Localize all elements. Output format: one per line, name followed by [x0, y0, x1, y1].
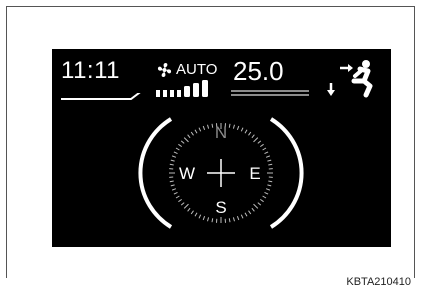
compass-west: W [178, 164, 196, 183]
compass-tick [244, 129, 248, 134]
compass-tick [236, 125, 240, 130]
compass-tick [265, 155, 271, 158]
compass-tick [257, 202, 262, 206]
fan-speed-bar [193, 83, 199, 97]
fan-speed-bar [177, 90, 181, 97]
compass-tick [251, 207, 255, 212]
compass-tick [180, 140, 185, 144]
fan-speed-bar [156, 90, 160, 97]
fan-icon [157, 63, 172, 77]
compass-tick [175, 195, 180, 199]
compass-tick [268, 180, 273, 183]
compass-tick [183, 203, 189, 209]
compass-tick [257, 140, 262, 144]
compass-tick [170, 184, 175, 187]
compass-tick [244, 212, 248, 217]
fan-mode-label: AUTO [176, 61, 218, 78]
compass-tick [253, 137, 259, 143]
temperature-underline [231, 90, 309, 97]
compass-tick [169, 163, 174, 166]
compass-right-arc [269, 117, 304, 229]
compass-tick [198, 127, 202, 132]
compass-tick [202, 216, 206, 221]
compass-tick [251, 134, 255, 139]
compass-tick [264, 191, 269, 195]
compass-tick [232, 124, 235, 129]
airflow-feet-icon [327, 60, 373, 98]
compass-tick [183, 137, 189, 143]
compass-tick [228, 218, 231, 223]
temperature-readout: 25.0 [233, 56, 284, 86]
compass-tick [248, 131, 252, 136]
compass-tick [198, 214, 202, 219]
compass-tick [173, 151, 178, 155]
compass-tick [268, 163, 273, 166]
clock-underline [61, 93, 141, 100]
climate-display: 11:11 AUTO 25.0 N W E S [52, 49, 391, 247]
compass-tick [236, 216, 240, 221]
fan-speed-bar [184, 86, 190, 97]
compass-tick [171, 155, 177, 158]
compass-crosshair [207, 159, 235, 187]
compass-tick [262, 195, 267, 199]
compass-tick [207, 217, 210, 222]
clock-readout: 11:11 [61, 57, 120, 84]
compass-tick [211, 218, 214, 223]
compass-tick [169, 180, 174, 183]
compass-tick [260, 198, 264, 203]
compass-tick [194, 212, 198, 217]
compass-south: S [215, 198, 227, 217]
compass-tick [175, 147, 180, 151]
compass-tick [265, 188, 271, 191]
compass-tick [187, 134, 191, 139]
compass-tick [262, 147, 267, 151]
compass-left-arc [138, 117, 173, 229]
fan-speed-bar [163, 90, 167, 97]
compass-tick [180, 202, 185, 206]
compass-tick [190, 131, 194, 136]
compass-tick [190, 210, 194, 215]
compass-tick [267, 159, 272, 162]
compass-tick [178, 143, 182, 148]
compass-tick [240, 127, 244, 132]
compass-tick [187, 207, 191, 212]
compass-north: N [214, 123, 228, 142]
fan-speed-bar [202, 80, 208, 97]
compass-tick [194, 129, 198, 134]
compass-tick [264, 151, 269, 155]
fan-speed-indicator [156, 80, 208, 97]
compass: N W E S [121, 102, 321, 242]
compass-tick [248, 210, 252, 215]
fan-speed-bar [170, 90, 174, 97]
compass-tick [170, 159, 175, 162]
figure-caption: KBTA210410 [346, 276, 411, 288]
compass-tick [260, 143, 264, 148]
compass-tick [253, 203, 259, 209]
compass-tick [232, 217, 235, 222]
compass-tick [173, 191, 178, 195]
compass-east: E [249, 164, 261, 183]
compass-tick [202, 125, 206, 130]
compass-tick [171, 188, 177, 191]
compass-tick [178, 198, 182, 203]
compass-tick [267, 184, 272, 187]
compass-tick [207, 124, 210, 129]
compass-tick [240, 214, 244, 219]
